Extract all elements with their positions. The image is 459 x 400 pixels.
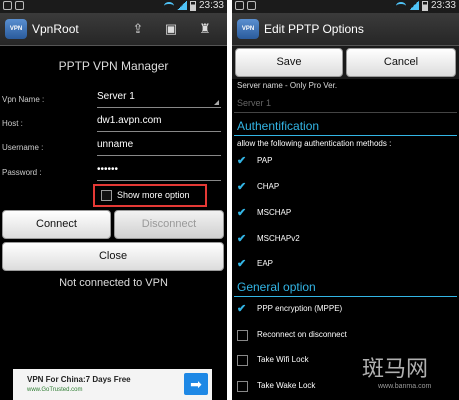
auth-option-mschap[interactable]: ✔ MSCHAP <box>237 206 457 222</box>
host-label: Host : <box>2 119 23 128</box>
upload-icon[interactable]: ⇪ <box>130 21 146 37</box>
status-time: 23:33 <box>430 0 456 11</box>
checkbox-icon <box>237 381 248 392</box>
connection-status: Not connected to VPN <box>59 277 168 289</box>
app-title: VpnRoot <box>32 22 79 36</box>
vpn-name-value: Server 1 <box>97 91 135 102</box>
ad-banner[interactable]: VPN For China:7 Days Free www.GoTrusted.… <box>13 369 212 400</box>
checkbox-icon <box>237 330 248 341</box>
vpnroot-screen: 23:33 VPN VpnRoot ⇪ ▣ ♜ PPTP VPN Manager… <box>0 0 227 400</box>
checkmark-icon: ✔ <box>237 303 247 315</box>
usb-icon <box>15 1 24 10</box>
checkbox-icon <box>101 190 112 201</box>
page-heading: PPTP VPN Manager <box>58 59 169 73</box>
authentification-header: Authentification <box>237 119 320 133</box>
ad-url: www.GoTrusted.com <box>27 387 83 393</box>
checkmark-icon: ✔ <box>237 258 247 270</box>
section-divider <box>234 296 457 297</box>
username-input[interactable]: unname <box>97 139 221 156</box>
server-name-input[interactable]: Server 1 <box>237 98 271 108</box>
notification-icon <box>3 1 12 10</box>
auth-option-mschapv2[interactable]: ✔ MSCHAPv2 <box>237 232 457 248</box>
battery-icon <box>189 0 196 11</box>
option-label: MSCHAP <box>257 208 292 217</box>
battery-icon <box>421 0 428 11</box>
option-ppp-encryption[interactable]: ✔ PPP encryption (MPPE) <box>237 302 457 318</box>
checkmark-icon: ✔ <box>237 207 247 219</box>
connect-button[interactable]: Connect <box>2 210 111 239</box>
auth-option-pap[interactable]: ✔ PAP <box>237 154 457 170</box>
server-name-hint: Server name - Only Pro Ver. <box>237 81 338 90</box>
signal-icon <box>408 1 419 10</box>
option-label: Take Wifi Lock <box>257 355 309 364</box>
signal-icon <box>176 1 187 10</box>
option-reconnect[interactable]: Reconnect on disconnect <box>237 328 457 344</box>
checkbox-icon <box>237 355 248 366</box>
vpn-name-spinner[interactable]: Server 1 <box>97 91 221 108</box>
notification-icon <box>235 1 244 10</box>
action-bar: VPN Edit PPTP Options <box>232 13 459 46</box>
arrow-right-icon[interactable]: ➡ <box>184 373 208 395</box>
cancel-button[interactable]: Cancel <box>346 48 456 77</box>
status-bar: 23:33 <box>0 0 227 13</box>
show-more-option-checkbox[interactable]: Show more option <box>93 184 207 207</box>
checkmark-icon: ✔ <box>237 155 247 167</box>
auth-option-eap[interactable]: ✔ EAP <box>237 257 457 273</box>
option-label: MSCHAPv2 <box>257 234 300 243</box>
option-label: CHAP <box>257 182 280 191</box>
action-bar: VPN VpnRoot ⇪ ▣ ♜ <box>0 13 227 46</box>
status-bar: 23:33 <box>232 0 459 13</box>
divider <box>234 112 457 113</box>
section-divider <box>234 135 457 136</box>
usb-icon <box>247 1 256 10</box>
save-button[interactable]: Save <box>235 48 343 77</box>
android-icon[interactable]: ♜ <box>197 21 213 37</box>
vpn-name-label: Vpn Name : <box>2 95 45 104</box>
app-icon: VPN <box>237 19 259 39</box>
show-more-option-label: Show more option <box>117 190 190 200</box>
edit-pptp-options-screen: 23:33 VPN Edit PPTP Options Save Cancel … <box>232 0 459 400</box>
watermark-url: www.banma.com <box>378 383 432 390</box>
checkmark-icon: ✔ <box>237 181 247 193</box>
watermark-logo: 斑马网 <box>362 357 429 382</box>
save-icon[interactable]: ▣ <box>163 21 179 37</box>
app-icon: VPN <box>5 19 27 39</box>
auth-option-chap[interactable]: ✔ CHAP <box>237 180 457 196</box>
close-button[interactable]: Close <box>2 242 224 271</box>
wifi-icon <box>163 1 174 10</box>
password-input[interactable]: •••••• <box>97 164 221 181</box>
username-label: Username : <box>2 143 44 152</box>
status-time: 23:33 <box>198 0 224 11</box>
option-label: PPP encryption (MPPE) <box>257 304 343 313</box>
screen-title: Edit PPTP Options <box>264 22 364 36</box>
option-label: PAP <box>257 156 273 165</box>
password-label: Password : <box>2 168 42 177</box>
option-label: Take Wake Lock <box>257 381 316 390</box>
ad-title: VPN For China:7 Days Free <box>27 375 131 384</box>
wifi-icon <box>395 1 406 10</box>
host-input[interactable]: dw1.avpn.com <box>97 115 221 132</box>
general-option-header: General option <box>237 280 316 294</box>
option-label: Reconnect on disconnect <box>257 330 347 339</box>
spinner-arrow-icon <box>214 100 219 105</box>
auth-description: allow the following authentication metho… <box>237 139 392 148</box>
option-label: EAP <box>257 259 274 268</box>
disconnect-button[interactable]: Disconnect <box>114 210 224 239</box>
checkmark-icon: ✔ <box>237 233 247 245</box>
